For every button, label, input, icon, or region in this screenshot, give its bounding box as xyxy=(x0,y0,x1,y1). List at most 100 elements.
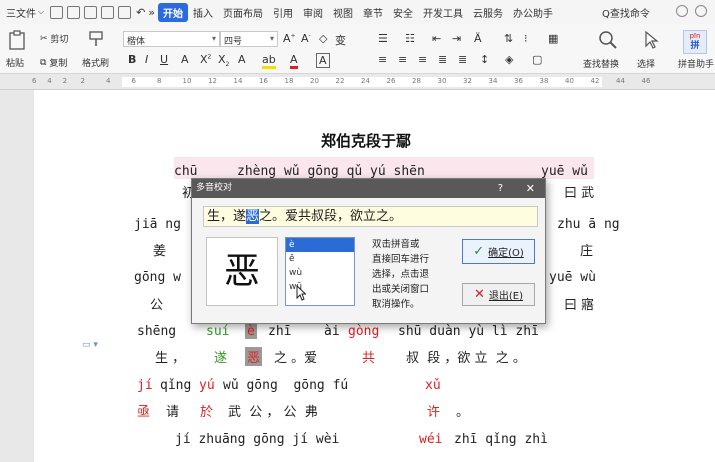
paste-icon[interactable] xyxy=(8,30,30,52)
paste-button-label[interactable]: 粘贴 xyxy=(6,56,24,69)
phonetic-guide-icon[interactable]: 变 xyxy=(335,32,346,48)
hanzi-line-5c: 於 xyxy=(200,405,214,420)
text-effect-icon[interactable]: A xyxy=(238,53,246,66)
sentence-highlight: 恶 xyxy=(246,209,260,224)
ok-button[interactable]: ✓ 确定(O) xyxy=(462,239,535,264)
hanzi-line-5a: 亟 xyxy=(137,405,151,420)
chinese-layout-icon[interactable]: Ä xyxy=(474,32,482,45)
open-icon[interactable] xyxy=(67,5,81,19)
tab-office-assistant[interactable]: 办公助手 xyxy=(508,3,558,22)
table-borders-icon[interactable]: ▦ xyxy=(548,32,558,45)
tab-security[interactable]: 安全 xyxy=(388,3,418,22)
dialog-title-bar[interactable]: 多音校对 xyxy=(192,179,545,198)
save-icon[interactable] xyxy=(84,5,98,19)
hanzi-selected[interactable]: 恶 xyxy=(245,347,263,366)
tab-home[interactable]: 开始 xyxy=(158,2,189,22)
tab-review[interactable]: 审阅 xyxy=(298,3,328,22)
hanzi-line-5e: 许 xyxy=(427,405,441,420)
grow-font-icon[interactable]: A+ xyxy=(283,32,296,45)
shading-icon[interactable]: ◈ xyxy=(505,53,513,66)
pronunciation-option[interactable]: è xyxy=(286,238,354,252)
pinyin-line-5e: xǔ xyxy=(425,378,441,393)
font-color-icon[interactable]: A xyxy=(290,53,298,69)
format-painter-label[interactable]: 格式刷 xyxy=(82,56,109,69)
ruler-tick-label: 44 xyxy=(616,77,625,85)
pinyin-line-3c: yuē wù xyxy=(549,270,596,285)
dialog-help-icon[interactable]: ? xyxy=(498,179,503,198)
cut-button[interactable]: ✂ 剪切 xyxy=(40,32,68,46)
print-preview-icon[interactable] xyxy=(118,5,132,19)
tab-view[interactable]: 视图 xyxy=(328,3,358,22)
ruler-tick-label: 34 xyxy=(488,77,498,85)
bullet-list-icon[interactable]: ☰ xyxy=(378,32,388,45)
tab-references[interactable]: 引用 xyxy=(268,3,298,22)
increase-indent-icon[interactable]: ⇥ xyxy=(452,32,461,45)
pronunciation-option[interactable]: ě xyxy=(286,252,354,266)
align-center-icon[interactable]: ≡ xyxy=(398,53,407,66)
ruler-tick-label: 2 xyxy=(62,77,68,85)
pinyin-helper-label[interactable]: 拼音助手 xyxy=(678,57,714,70)
ruler-tick-label: 26 xyxy=(386,77,396,85)
pinyin-selected[interactable]: è xyxy=(245,324,257,339)
pinyin-line-1c: yuē wǔ xyxy=(541,164,588,179)
distributed-icon[interactable]: ≣ xyxy=(458,53,467,66)
format-painter-icon[interactable] xyxy=(88,30,110,52)
pinyin-helper-icon[interactable]: pīn 拼 xyxy=(683,30,707,54)
char-border-icon[interactable]: A xyxy=(316,53,330,68)
justify-icon[interactable]: ≣ xyxy=(438,53,447,66)
mouse-cursor-icon xyxy=(296,284,307,301)
show-marks-icon[interactable]: ⁝ xyxy=(524,32,528,45)
clear-format-icon[interactable]: ◇ xyxy=(319,32,327,45)
highlight-icon[interactable]: ab xyxy=(262,53,276,69)
underline-icon[interactable]: U xyxy=(160,53,168,66)
sort-icon[interactable]: ⇅ xyxy=(504,32,513,45)
paragraph-marker-icon[interactable]: ▭ ▾ xyxy=(82,340,98,350)
file-menu[interactable]: 三文件 ⌵ xyxy=(0,5,48,20)
shrink-font-icon[interactable]: A- xyxy=(301,32,311,45)
subscript-icon[interactable]: X2 xyxy=(218,53,229,68)
decrease-indent-icon[interactable]: ⇤ xyxy=(432,32,441,45)
ribbon-toolbar: 粘贴 ✂ 剪切 ⧉ 复制 格式刷 楷体 ▾ 四号 ▾ A+ A- ◇ 变 B I U… xyxy=(0,24,715,74)
redo-icon[interactable]: » xyxy=(148,6,155,19)
superscript-icon[interactable]: X2 xyxy=(200,53,211,66)
tab-developer[interactable]: 开发工具 xyxy=(418,3,468,22)
italic-icon[interactable]: I xyxy=(145,53,148,66)
font-size-select[interactable]: 四号 ▾ xyxy=(220,31,278,47)
border-icon[interactable]: ▢ xyxy=(532,53,542,66)
find-replace-icon[interactable] xyxy=(598,30,620,52)
strikethrough-icon[interactable]: A xyxy=(181,53,189,66)
ruler-tick-label: 4 xyxy=(47,77,52,85)
dialog-close-icon[interactable]: ✕ xyxy=(526,179,535,198)
find-replace-label[interactable]: 查找替换 xyxy=(583,57,619,70)
pinyin-line-3a: gōng w xyxy=(134,270,181,285)
select-cursor-icon[interactable] xyxy=(643,30,665,52)
settings-icon[interactable] xyxy=(695,5,707,17)
help-icon[interactable] xyxy=(676,5,688,17)
print-icon[interactable] xyxy=(101,5,115,19)
sentence-after: 之。爱共叔段，欲立之。 xyxy=(259,209,403,224)
new-doc-icon[interactable] xyxy=(50,5,64,19)
undo-icon[interactable]: ↶ xyxy=(136,6,145,19)
context-sentence: 生，遂恶之。爱共叔段，欲立之。 xyxy=(203,206,538,227)
numbered-list-icon[interactable]: ☷ xyxy=(405,32,415,45)
search-command[interactable]: Q查找命令 xyxy=(602,5,650,20)
exit-button[interactable]: ✕ 退出(E) xyxy=(462,283,535,306)
pinyin-line-1a: chū xyxy=(174,164,198,179)
align-left-icon[interactable]: ≡ xyxy=(378,53,387,66)
pronunciation-option[interactable]: wù xyxy=(286,266,354,280)
chevron-down-icon: ⌵ xyxy=(38,7,45,16)
tab-cloud-services[interactable]: 云服务 xyxy=(468,3,508,22)
ruler-tick-label: 10 xyxy=(182,77,192,85)
align-right-icon[interactable]: ≡ xyxy=(418,53,427,66)
copy-button[interactable]: ⧉ 复制 xyxy=(40,56,67,70)
tab-page-layout[interactable]: 页面布局 xyxy=(218,3,268,22)
line-spacing-icon[interactable]: ↕ xyxy=(480,53,489,66)
horizontal-ruler[interactable]: 6 4 2 2 4 6 8 10 12 14 16 18 20 22 24 26 28 30 32 34 36 38 40 4… xyxy=(0,74,715,90)
bold-icon[interactable]: B xyxy=(128,53,136,66)
ruler-tick-label: 4 xyxy=(106,77,111,85)
tab-insert[interactable]: 插入 xyxy=(188,3,218,22)
font-name-select[interactable]: 楷体 ▾ xyxy=(123,31,220,47)
chevron-down-icon: ▾ xyxy=(211,34,216,43)
tab-chapter[interactable]: 章节 xyxy=(358,3,388,22)
select-label[interactable]: 选择 xyxy=(637,57,655,70)
